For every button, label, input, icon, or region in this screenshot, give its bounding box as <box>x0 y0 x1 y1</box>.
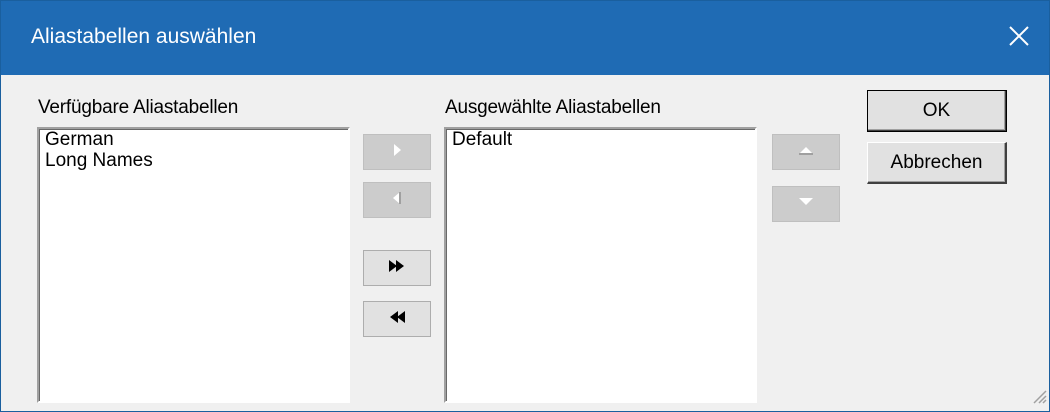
close-button[interactable] <box>989 1 1049 75</box>
selected-list[interactable]: Default <box>444 127 757 403</box>
remove-button[interactable] <box>363 182 431 218</box>
remove-all-button[interactable] <box>363 301 431 337</box>
title-bar[interactable]: Aliastabellen auswählen <box>1 1 1049 75</box>
dialog-title: Aliastabellen auswählen <box>31 25 257 48</box>
available-list-item[interactable]: Long Names <box>39 150 348 171</box>
double-arrow-left-icon <box>387 309 407 330</box>
selected-list-label: Ausgewählte Aliastabellen <box>445 97 661 118</box>
add-button[interactable] <box>363 134 431 170</box>
move-down-button[interactable] <box>772 186 840 222</box>
cancel-button[interactable]: Abbrechen <box>867 142 1007 184</box>
move-up-button[interactable] <box>772 134 840 170</box>
arrow-left-icon <box>390 190 404 211</box>
add-all-button[interactable] <box>363 250 431 286</box>
available-list-label: Verfügbare Aliastabellen <box>38 97 239 118</box>
available-list[interactable]: German Long Names <box>37 127 350 403</box>
resize-grip-icon[interactable] <box>1031 388 1047 409</box>
selected-list-item[interactable]: Default <box>446 129 755 150</box>
arrow-up-icon <box>797 143 815 161</box>
double-arrow-right-icon <box>387 258 407 279</box>
close-icon <box>1008 25 1030 52</box>
ok-button[interactable]: OK <box>867 90 1007 132</box>
available-list-item[interactable]: German <box>39 129 348 150</box>
arrow-right-icon <box>390 142 404 163</box>
arrow-down-icon <box>797 195 815 213</box>
dialog-window: Aliastabellen auswählen Verfügbare Alias… <box>0 0 1050 412</box>
